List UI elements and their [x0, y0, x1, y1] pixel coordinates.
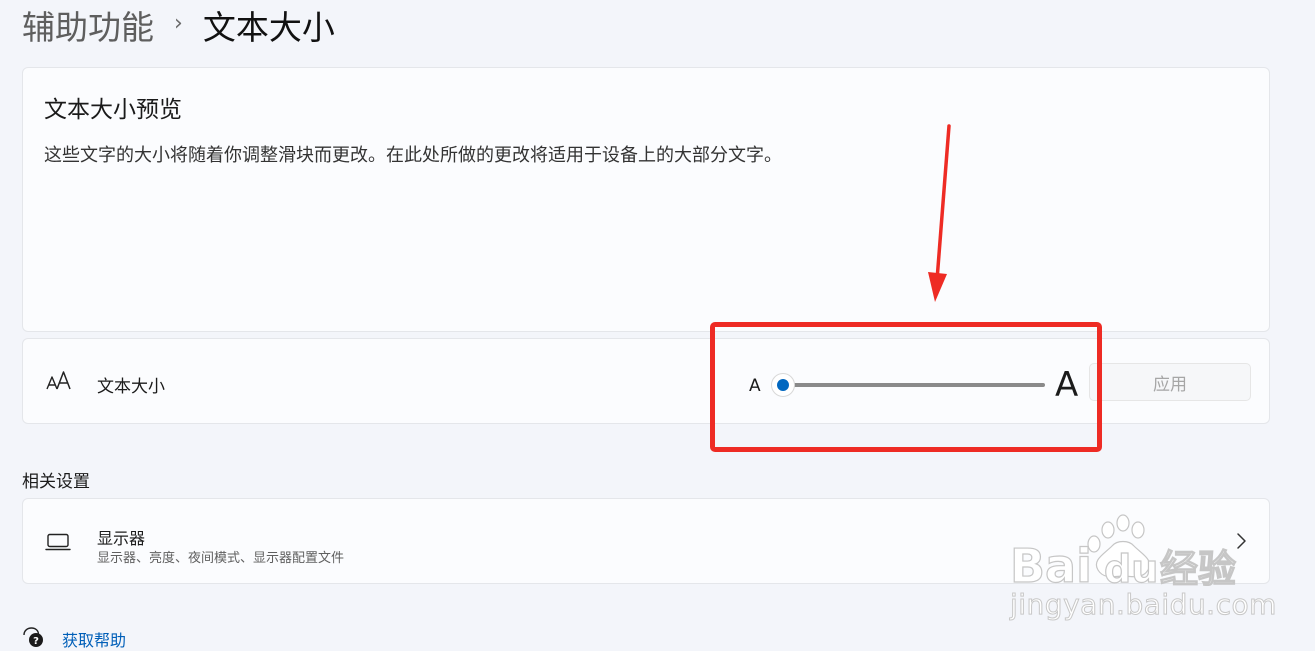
laptop-icon [45, 533, 71, 551]
display-item-subtitle: 显示器、亮度、夜间模式、显示器配置文件 [97, 551, 345, 566]
text-size-label: 文本大小 [97, 377, 165, 397]
apply-button[interactable]: 应用 [1089, 363, 1251, 401]
slider-thumb[interactable] [771, 373, 795, 397]
help-icon: ? [23, 627, 43, 647]
breadcrumb: 辅助功能 › 文本大小 [22, 2, 335, 48]
display-settings-item[interactable]: 显示器 显示器、亮度、夜间模式、显示器配置文件 [22, 498, 1270, 584]
breadcrumb-parent[interactable]: 辅助功能 [22, 1, 154, 49]
baidu-watermark-url: jingyan.baidu.com [1010, 588, 1277, 622]
text-size-slider[interactable] [771, 373, 1045, 397]
get-help-link[interactable]: 获取帮助 [62, 627, 126, 651]
preview-title: 文本大小预览 [44, 97, 182, 123]
svg-text:?: ? [33, 636, 39, 647]
page-title: 文本大小 [202, 8, 335, 47]
display-item-title: 显示器 [97, 529, 146, 548]
slider-min-label: A [749, 376, 761, 396]
breadcrumb-separator-icon: › [174, 10, 183, 36]
related-settings-heading: 相关设置 [22, 472, 90, 492]
preview-description: 这些文字的大小将随着你调整滑块而更改。在此处所做的更改将适用于设备上的大部分文字… [44, 145, 782, 166]
slider-max-label: A [1055, 365, 1079, 405]
chevron-right-icon [1237, 533, 1246, 549]
text-size-icon [46, 371, 71, 390]
text-preview-card: 文本大小预览 这些文字的大小将随着你调整滑块而更改。在此处所做的更改将适用于设备… [22, 67, 1270, 332]
text-size-card: 文本大小 A A 应用 [22, 338, 1270, 424]
